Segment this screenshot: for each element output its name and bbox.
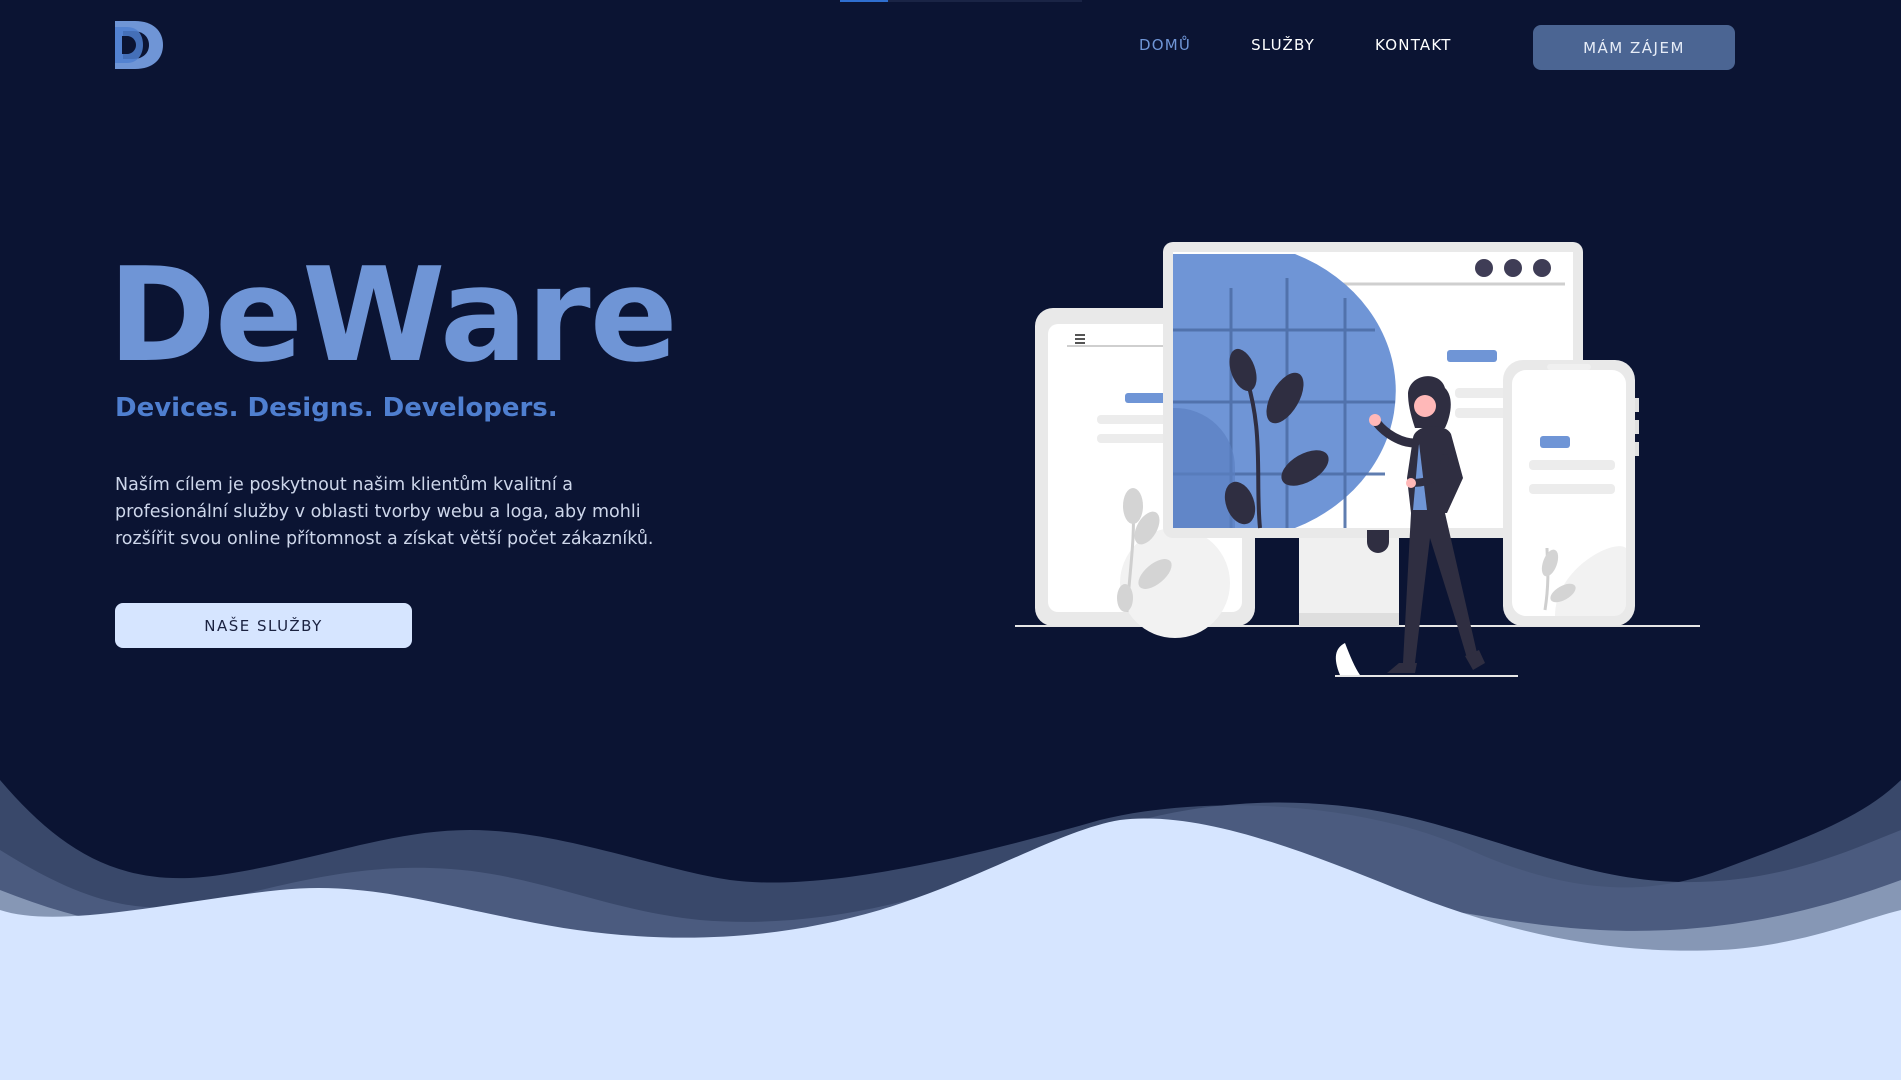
mam-zajem-button[interactable]: MÁM ZÁJEM <box>1533 25 1735 70</box>
wave-decoration <box>0 780 1901 1080</box>
main-nav: DOMŮ SLUŽBY KONTAKT <box>1139 36 1512 54</box>
nase-sluzby-button[interactable]: NAŠE SLUŽBY <box>115 603 412 648</box>
devices-woman-illustration <box>1015 242 1700 677</box>
scroll-progress-bar <box>840 0 1082 2</box>
nav-item-kontakt[interactable]: KONTAKT <box>1375 36 1452 54</box>
nav-item-domu[interactable]: DOMŮ <box>1139 36 1191 54</box>
hero-description: Naším cílem je poskytnout našim klientům… <box>115 475 654 549</box>
hero-title: DeWare <box>108 239 678 391</box>
hero-subtitle: Devices. Designs. Developers. <box>115 393 558 423</box>
d-logo-icon[interactable] <box>113 19 165 71</box>
nav-item-sluzby[interactable]: SLUŽBY <box>1251 36 1315 54</box>
scroll-progress-fill <box>840 0 888 2</box>
